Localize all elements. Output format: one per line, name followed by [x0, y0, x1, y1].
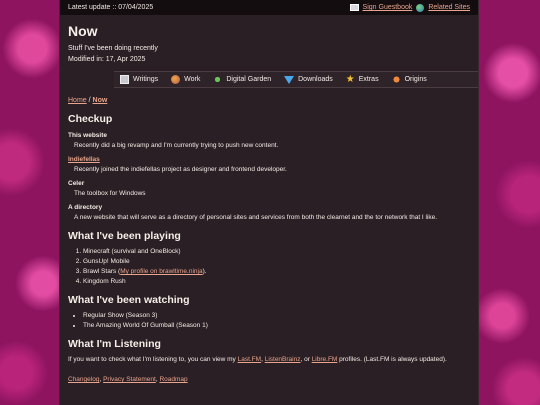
checkup-item-desc: Recently did a big revamp and I'm curren…: [74, 142, 279, 149]
changelog-link[interactable]: Changelog: [68, 376, 99, 383]
watching-heading: What I've been watching: [68, 294, 190, 306]
checkup-item-desc: A new website that will serve as a direc…: [74, 214, 438, 221]
nav-label: Digital Garden: [226, 76, 272, 83]
list-item-suffix: ).: [202, 268, 207, 275]
librefm-link[interactable]: Libre.FM: [312, 356, 338, 363]
checkup-item-desc: The toolbox for Windows: [74, 190, 146, 197]
nav-label: Writings: [133, 76, 159, 83]
checkup-heading: Checkup: [68, 113, 113, 125]
nav-label: Downloads: [298, 76, 333, 83]
listenbrainz-link[interactable]: ListenBrainz: [265, 356, 301, 363]
listening-heading: What I'm Listening: [68, 338, 161, 350]
list-item-text: Brawl Stars (: [83, 268, 121, 275]
related-sites-link[interactable]: Related Sites: [428, 4, 470, 11]
checkup-item-title: This website: [68, 132, 108, 139]
guestbook-icon: [349, 4, 359, 11]
checkup-item-desc: Recently joined the indiefellas project …: [74, 166, 287, 173]
top-bar: Latest update :: 07/04/2025 Sign Guestbo…: [60, 0, 478, 15]
breadcrumb: Home / Now: [68, 97, 478, 104]
nav-item-writings[interactable]: Writings: [120, 75, 158, 84]
footer-links: Changelog, Privacy Statement, Roadmap: [68, 376, 188, 383]
list-item: Minecraft (survival and OneBlock): [83, 248, 478, 255]
listening-text: If you want to check what I'm listening …: [68, 356, 478, 363]
separator: , or: [300, 356, 312, 363]
work-icon: [171, 75, 181, 84]
watching-list: Regular Show (Season 3) The Amazing Worl…: [60, 312, 478, 329]
privacy-link[interactable]: Privacy Statement: [103, 376, 156, 383]
lastfm-link[interactable]: Last.FM: [238, 356, 261, 363]
checkup-item-title: A directory: [68, 204, 103, 211]
brawltime-link[interactable]: My profile on brawltime.ninja: [120, 268, 202, 275]
list-item: GunsUp! Mobile: [83, 258, 478, 265]
main-nav: Writings Work Digital Garden Downloads ★…: [114, 71, 478, 88]
playing-heading: What I've been playing: [68, 230, 181, 242]
page: Latest update :: 07/04/2025 Sign Guestbo…: [60, 0, 478, 405]
nav-item-extras[interactable]: ★ Extras: [345, 74, 379, 85]
modified-date: Modified in: 17, Apr 2025: [68, 56, 146, 63]
breadcrumb-home[interactable]: Home: [68, 97, 87, 104]
checkup-item-title: Indiefellas: [68, 156, 478, 163]
list-item: The Amazing World Of Gumball (Season 1): [83, 322, 478, 329]
playing-list: Minecraft (survival and OneBlock) GunsUp…: [60, 248, 478, 285]
listening-post: profiles. (Last.FM is always updated).: [337, 356, 447, 363]
star-icon: ★: [345, 74, 355, 85]
plant-icon: [213, 75, 223, 84]
list-item: Regular Show (Season 3): [83, 312, 478, 319]
nav-item-origins[interactable]: Origins: [391, 75, 427, 84]
page-subtitle: Stuff I've been doing recently: [68, 45, 158, 52]
nav-label: Origins: [404, 76, 427, 83]
nav-item-work[interactable]: Work: [171, 75, 200, 84]
list-item: Brawl Stars (My profile on brawltime.nin…: [83, 268, 478, 275]
nav-label: Work: [184, 76, 201, 83]
sign-guestbook-link[interactable]: Sign Guestbook: [363, 4, 413, 11]
globe-icon: [416, 3, 425, 12]
listening-pre: If you want to check what I'm listening …: [68, 356, 238, 363]
latest-update: Latest update :: 07/04/2025: [68, 4, 154, 11]
list-item: Kingdom Rush: [83, 278, 478, 285]
download-arrow-icon: [284, 75, 295, 84]
roadmap-link[interactable]: Roadmap: [159, 376, 187, 383]
top-links: Sign Guestbook Related Sites: [349, 3, 470, 12]
nav-item-downloads[interactable]: Downloads: [284, 75, 333, 84]
checkup-item-title: Celer: [68, 180, 85, 187]
breadcrumb-current[interactable]: Now: [93, 97, 108, 104]
page-title: Now: [68, 23, 98, 39]
indiefellas-link[interactable]: Indiefellas: [68, 156, 100, 163]
writing-icon: [120, 75, 129, 84]
nav-label: Extras: [358, 76, 379, 83]
origin-icon: [391, 75, 401, 84]
breadcrumb-separator: /: [88, 97, 91, 104]
nav-item-digital-garden[interactable]: Digital Garden: [213, 75, 271, 84]
